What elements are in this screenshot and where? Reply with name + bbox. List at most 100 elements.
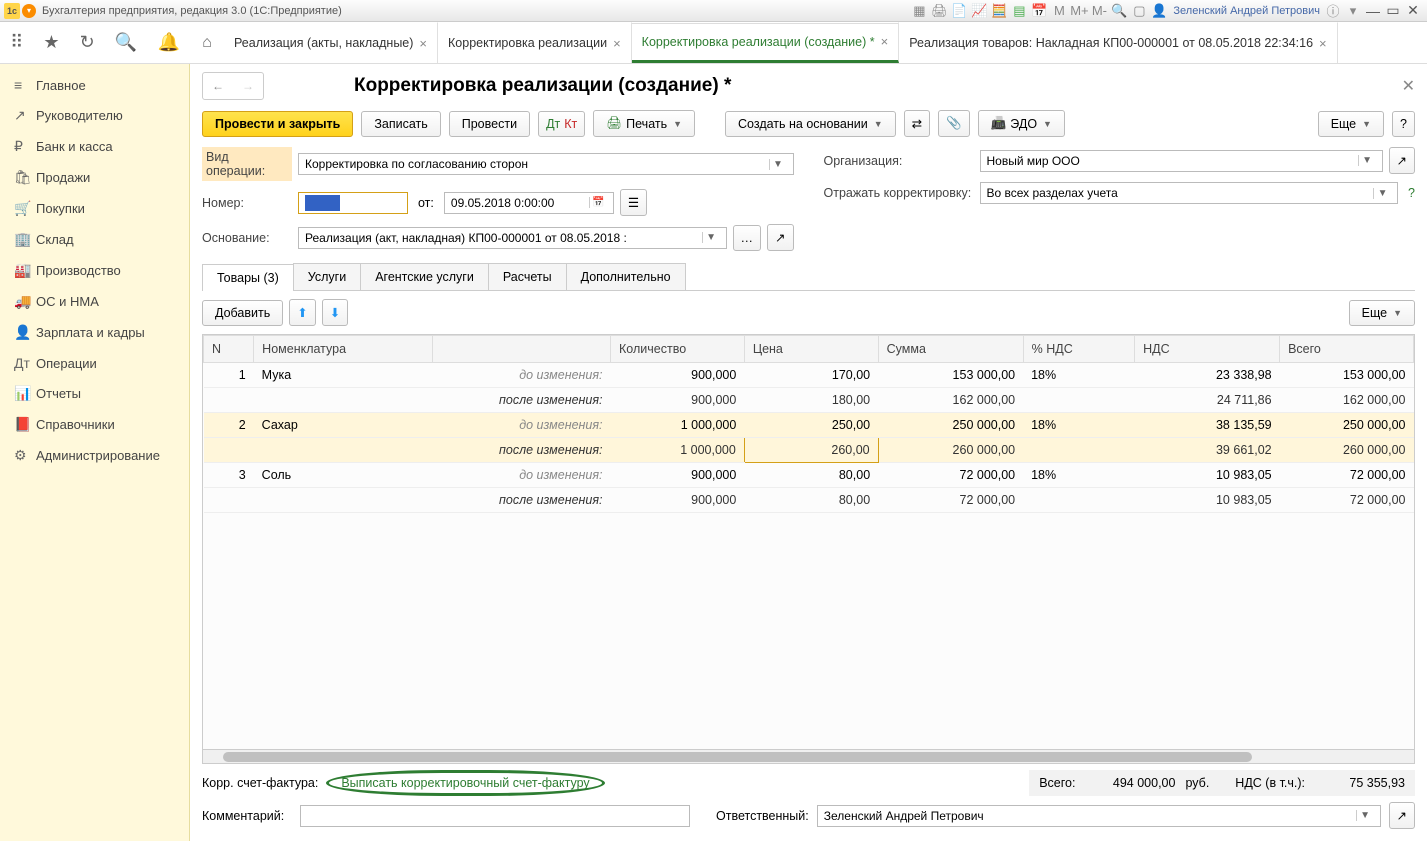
sidebar-item[interactable]: 👤Зарплата и кадры bbox=[0, 317, 189, 348]
inner-tab[interactable]: Расчеты bbox=[488, 263, 567, 290]
sidebar-item[interactable]: ⚙Администрирование bbox=[0, 440, 189, 471]
apps-icon[interactable]: ⠿ bbox=[10, 32, 23, 53]
move-down-button[interactable]: ⬇ bbox=[322, 299, 348, 326]
org-field[interactable]: Новый мир ООО▼ bbox=[980, 150, 1383, 172]
sidebar-item[interactable]: 📕Справочники bbox=[0, 409, 189, 440]
close-icon[interactable]: × bbox=[1319, 36, 1327, 51]
calendar-icon[interactable]: 📅 bbox=[589, 197, 607, 208]
window-tab[interactable]: Корректировка реализации× bbox=[438, 22, 632, 63]
table-more-button[interactable]: Еще▼ bbox=[1349, 300, 1415, 326]
sidebar-item[interactable]: 🚚ОС и НМА bbox=[0, 286, 189, 317]
ksf-link[interactable]: Выписать корректировочный счет-фактуру bbox=[326, 770, 604, 796]
close-icon[interactable]: × bbox=[881, 34, 889, 49]
col-vatpct[interactable]: % НДС bbox=[1023, 336, 1135, 363]
close-icon[interactable]: × bbox=[613, 36, 621, 51]
attach-button[interactable]: 📎 bbox=[938, 110, 970, 137]
resp-open[interactable]: ↗ bbox=[1389, 802, 1415, 829]
info-icon[interactable]: ⓘ bbox=[1324, 2, 1342, 20]
zoom-icon[interactable]: 🔍 bbox=[1110, 2, 1128, 20]
list-button[interactable]: ☰ bbox=[620, 189, 647, 216]
sidebar-item[interactable]: 🛍Продажи bbox=[0, 162, 189, 193]
chart-icon[interactable]: 📈 bbox=[970, 2, 988, 20]
col-nom[interactable]: Номенклатура bbox=[254, 336, 432, 363]
structure-button[interactable]: ⇄ bbox=[904, 110, 930, 137]
page-close[interactable]: ✕ bbox=[1402, 76, 1415, 96]
save-button[interactable]: Записать bbox=[361, 111, 440, 137]
post-close-button[interactable]: Провести и закрыть bbox=[202, 111, 353, 137]
app-menu-dropdown[interactable]: ▾ bbox=[22, 4, 36, 18]
add-row-button[interactable]: Добавить bbox=[202, 300, 283, 326]
inner-tab[interactable]: Дополнительно bbox=[566, 263, 686, 290]
nav-back[interactable]: ← bbox=[205, 75, 231, 97]
table-row[interactable]: 2Сахардо изменения:1 000,000250,00250 00… bbox=[204, 413, 1414, 438]
close-icon[interactable]: × bbox=[419, 36, 427, 51]
window-tab[interactable]: Корректировка реализации (создание) *× bbox=[632, 22, 900, 63]
inner-tab[interactable]: Товары (3) bbox=[202, 264, 294, 291]
sidebar-item[interactable]: 🛒Покупки bbox=[0, 193, 189, 224]
window-minimize[interactable]: — bbox=[1363, 3, 1383, 19]
dropdown-icon[interactable]: ▼ bbox=[1356, 810, 1374, 821]
sidebar-item[interactable]: ≡Главное bbox=[0, 70, 189, 100]
bell-icon[interactable]: 🔔 bbox=[157, 32, 179, 53]
move-up-button[interactable]: ⬆ bbox=[289, 299, 315, 326]
basis-field[interactable]: Реализация (акт, накладная) КП00-000001 … bbox=[298, 227, 727, 249]
window-restore[interactable]: ▭ bbox=[1383, 2, 1403, 19]
table-row[interactable]: после изменения:900,000180,00162 000,002… bbox=[204, 388, 1414, 413]
post-button[interactable]: Провести bbox=[449, 111, 530, 137]
nav-forward[interactable]: → bbox=[235, 75, 261, 97]
create-based-button[interactable]: Создать на основании▼ bbox=[725, 111, 896, 137]
basis-open[interactable]: ↗ bbox=[767, 224, 793, 251]
window-mode-icon[interactable]: ▢ bbox=[1130, 2, 1148, 20]
calendar-icon[interactable]: 📅 bbox=[1030, 2, 1048, 20]
sidebar-item[interactable]: ↗Руководителю bbox=[0, 100, 189, 131]
reflect-field[interactable]: Во всех разделах учета▼ bbox=[980, 182, 1399, 204]
m-minus-icon[interactable]: M- bbox=[1090, 2, 1108, 20]
help-button[interactable]: ? bbox=[1392, 111, 1415, 137]
dtkt-button[interactable]: ДтКт bbox=[538, 111, 585, 137]
dropdown-icon[interactable]: ▼ bbox=[769, 159, 787, 170]
sidebar-item[interactable]: 📊Отчеты bbox=[0, 378, 189, 409]
table-row[interactable]: 3Сольдо изменения:900,00080,0072 000,001… bbox=[204, 463, 1414, 488]
window-close[interactable]: ✕ bbox=[1403, 2, 1423, 19]
h-scrollbar[interactable] bbox=[203, 749, 1414, 763]
date-field[interactable]: 09.05.2018 0:00:00📅 bbox=[444, 192, 614, 214]
help-icon[interactable]: ? bbox=[1408, 186, 1415, 200]
user-name[interactable]: Зеленский Андрей Петрович bbox=[1173, 5, 1320, 17]
comment-field[interactable] bbox=[300, 805, 690, 827]
number-field[interactable] bbox=[298, 192, 408, 214]
dropdown-icon[interactable]: ▼ bbox=[1358, 155, 1376, 166]
sidebar-item[interactable]: 🏢Склад bbox=[0, 224, 189, 255]
sheet-icon[interactable]: ▤ bbox=[1010, 2, 1028, 20]
op-type-field[interactable]: Корректировка по согласованию сторон▼ bbox=[298, 153, 794, 175]
table-row[interactable]: после изменения:1 000,000260,00260 000,0… bbox=[204, 438, 1414, 463]
dropdown-icon[interactable]: ▼ bbox=[1373, 188, 1391, 199]
basis-more[interactable]: … bbox=[733, 225, 762, 251]
col-price[interactable]: Цена bbox=[744, 336, 878, 363]
history-icon[interactable]: ↻ bbox=[80, 32, 95, 53]
search-icon[interactable]: 🔍 bbox=[115, 32, 137, 53]
calc-icon[interactable]: 🧮 bbox=[990, 2, 1008, 20]
sidebar-item[interactable]: ₽Банк и касса bbox=[0, 131, 189, 162]
print-icon[interactable]: 🖨 bbox=[930, 2, 948, 20]
print-button[interactable]: 🖨Печать▼ bbox=[593, 110, 695, 137]
inner-tab[interactable]: Агентские услуги bbox=[360, 263, 489, 290]
grid-icon[interactable]: ▦ bbox=[910, 2, 928, 20]
col-total[interactable]: Всего bbox=[1280, 336, 1414, 363]
favorites-icon[interactable]: ★ bbox=[43, 32, 59, 53]
col-n[interactable]: N bbox=[204, 336, 254, 363]
sidebar-item[interactable]: 🏭Производство bbox=[0, 255, 189, 286]
m-icon[interactable]: M bbox=[1050, 2, 1068, 20]
col-qty[interactable]: Количество bbox=[611, 336, 745, 363]
home-icon[interactable]: ⌂ bbox=[190, 34, 224, 52]
edo-button[interactable]: 📠 ЭДО▼ bbox=[978, 110, 1065, 137]
table-row[interactable]: после изменения:900,00080,0072 000,0010 … bbox=[204, 488, 1414, 513]
col-vat[interactable]: НДС bbox=[1135, 336, 1280, 363]
goods-table[interactable]: N Номенклатура Количество Цена Сумма % Н… bbox=[203, 335, 1414, 513]
resp-field[interactable]: Зеленский Андрей Петрович▼ bbox=[817, 805, 1381, 827]
m-plus-icon[interactable]: M+ bbox=[1070, 2, 1088, 20]
inner-tab[interactable]: Услуги bbox=[293, 263, 361, 290]
window-tab[interactable]: Реализация (акты, накладные)× bbox=[224, 22, 438, 63]
table-row[interactable]: 1Мукадо изменения:900,000170,00153 000,0… bbox=[204, 363, 1414, 388]
sidebar-item[interactable]: ДтОперации bbox=[0, 348, 189, 378]
dropdown-icon[interactable]: ▼ bbox=[702, 232, 720, 243]
